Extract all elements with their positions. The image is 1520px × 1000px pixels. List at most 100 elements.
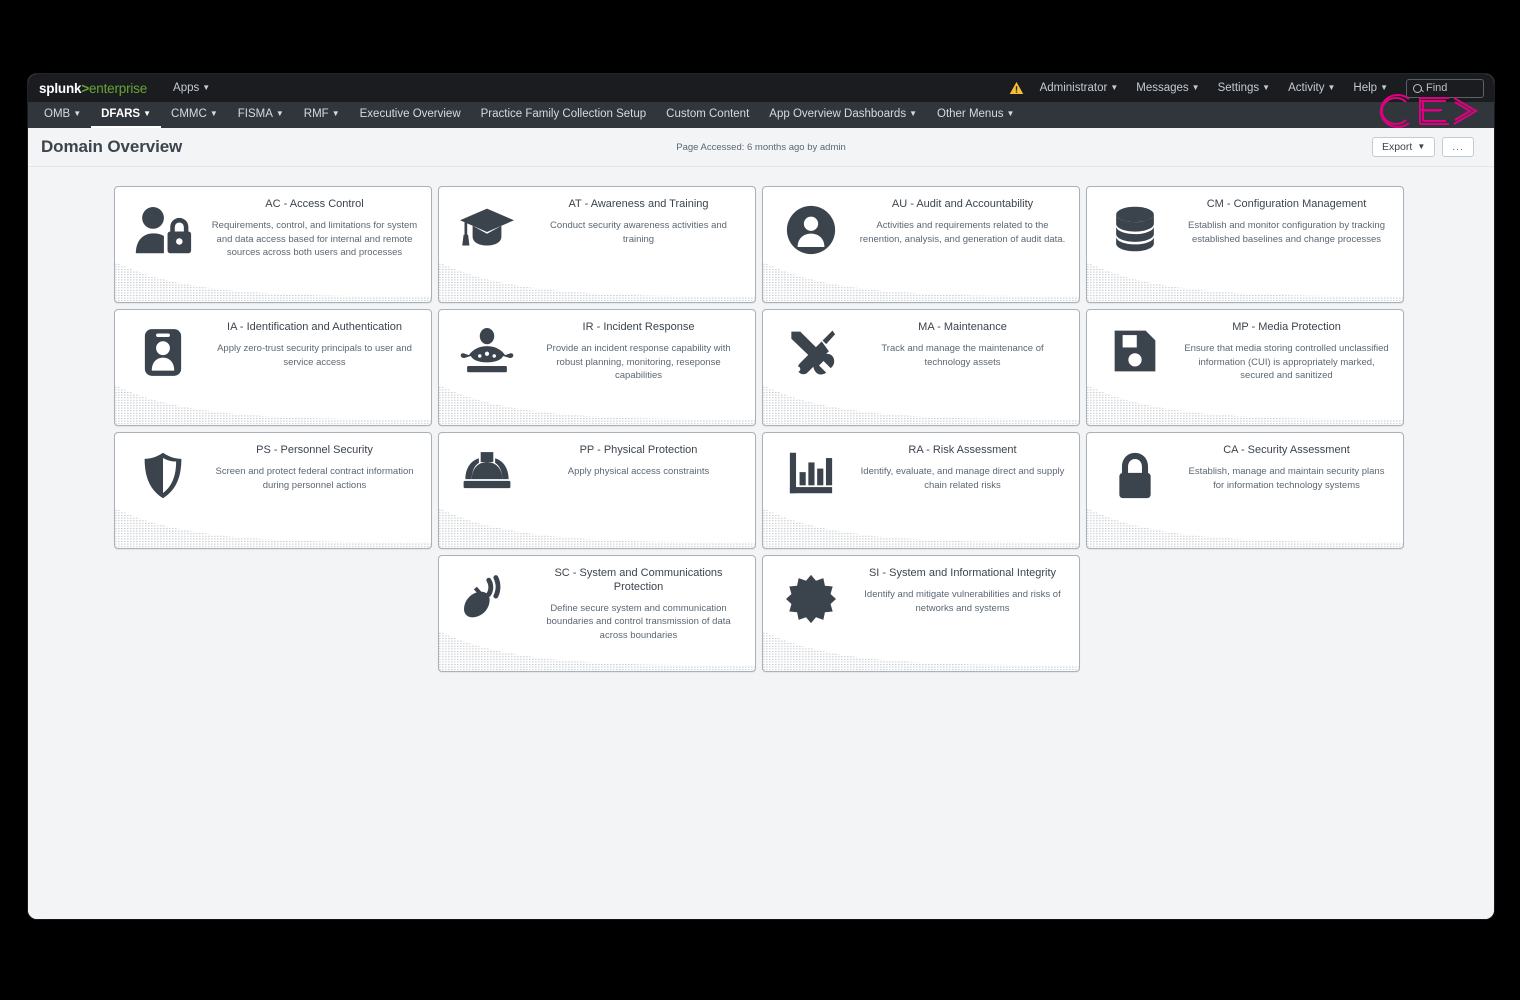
nav-item-practice-family-collection-setup-label: Practice Family Collection Setup (481, 108, 647, 120)
nav-item-practice-family-collection-setup[interactable]: Practice Family Collection Setup (471, 102, 657, 128)
card-description: Track and manage the maintenance of tech… (859, 342, 1066, 370)
more-options-button[interactable]: ... (1442, 137, 1474, 157)
administrator-menu[interactable]: Administrator▼ (1032, 78, 1127, 98)
nav-item-other-menus[interactable]: Other Menus▼ (927, 102, 1024, 128)
page-title: Domain Overview (41, 137, 182, 157)
card-body: AC - Access Control Requirements, contro… (211, 187, 431, 302)
card-title: AC - Access Control (211, 198, 418, 212)
shield-icon (115, 433, 211, 548)
nav-item-omb[interactable]: OMB▼ (34, 102, 91, 128)
card-title: PP - Physical Protection (535, 444, 742, 458)
card-ma-maintenance[interactable]: MA - Maintenance Track and manage the ma… (762, 309, 1080, 426)
card-title: AT - Awareness and Training (535, 198, 742, 212)
card-au-audit-and-accountability[interactable]: AU - Audit and Accountability Activities… (762, 186, 1080, 303)
incident-person-icon (439, 310, 535, 425)
splunk-logo-product: enterprise (89, 81, 147, 96)
burst-star-icon (763, 556, 859, 671)
card-at-awareness-and-training[interactable]: AT - Awareness and Training Conduct secu… (438, 186, 756, 303)
nav-item-dfars[interactable]: DFARS▼ (91, 102, 161, 128)
card-description: Screen and protect federal contract info… (211, 465, 418, 493)
messages-menu[interactable]: Messages▼ (1128, 78, 1207, 98)
card-body: RA - Risk Assessment Identify, evaluate,… (859, 433, 1079, 548)
card-ra-risk-assessment[interactable]: RA - Risk Assessment Identify, evaluate,… (762, 432, 1080, 549)
user-circle-icon (763, 187, 859, 302)
card-body: SC - System and Communications Protectio… (535, 556, 755, 671)
page-header: Domain Overview Page Accessed: 6 months … (28, 128, 1494, 167)
help-menu[interactable]: Help▼ (1345, 78, 1396, 98)
card-sc-system-and-communications-protection[interactable]: SC - System and Communications Protectio… (438, 555, 756, 672)
card-ir-incident-response[interactable]: IR - Incident Response Provide an incide… (438, 309, 756, 426)
export-button-label: Export (1382, 141, 1412, 153)
nav-item-executive-overview-label: Executive Overview (360, 108, 461, 120)
chevron-down-icon: ▼ (276, 109, 284, 118)
more-options-label: ... (1452, 141, 1464, 153)
card-body: MP - Media Protection Ensure that media … (1183, 310, 1403, 425)
nav-item-custom-content-label: Custom Content (666, 108, 749, 120)
card-description: Establish, manage and maintain security … (1183, 465, 1390, 493)
nav-item-rmf[interactable]: RMF▼ (294, 102, 350, 128)
chevron-down-icon: ▼ (1110, 83, 1118, 92)
card-ps-personnel-security[interactable]: PS - Personnel Security Screen and prote… (114, 432, 432, 549)
card-row-4: SC - System and Communications Protectio… (28, 555, 1494, 672)
chevron-down-icon: ▼ (202, 83, 210, 92)
card-body: PP - Physical Protection Apply physical … (535, 433, 755, 548)
card-title: PS - Personnel Security (211, 444, 418, 458)
nav-item-fisma[interactable]: FISMA▼ (228, 102, 294, 128)
help-menu-label: Help (1353, 82, 1377, 94)
nav-item-other-menus-label: Other Menus (937, 108, 1003, 120)
chevron-down-icon: ▼ (1006, 109, 1014, 118)
nav-item-custom-content[interactable]: Custom Content (656, 102, 759, 128)
card-description: Activities and requirements related to t… (859, 219, 1066, 247)
card-ca-security-assessment[interactable]: CA - Security Assessment Establish, mana… (1086, 432, 1404, 549)
settings-menu-label: Settings (1218, 82, 1260, 94)
card-body: CM - Configuration Management Establish … (1183, 187, 1403, 302)
splunk-topbar: splunk>enterprise Apps▼ Administrator▼ M… (28, 74, 1494, 102)
card-si-system-and-informational-integrity[interactable]: SI - System and Informational Integrity … (762, 555, 1080, 672)
chevron-down-icon: ▼ (909, 109, 917, 118)
card-pp-physical-protection[interactable]: PP - Physical Protection Apply physical … (438, 432, 756, 549)
domain-card-grid: AC - Access Control Requirements, contro… (28, 167, 1494, 919)
card-description: Identify and mitigate vulnerabilities an… (859, 588, 1066, 616)
card-body: IA - Identification and Authentication A… (211, 310, 431, 425)
warning-triangle-icon[interactable] (1009, 81, 1024, 95)
card-row-1: AC - Access Control Requirements, contro… (28, 186, 1494, 303)
card-ac-access-control[interactable]: AC - Access Control Requirements, contro… (114, 186, 432, 303)
card-description: Define secure system and communication b… (535, 602, 742, 643)
card-ia-identification-and-authentication[interactable]: IA - Identification and Authentication A… (114, 309, 432, 426)
card-description: Apply physical access constraints (535, 465, 742, 479)
tools-icon (763, 310, 859, 425)
card-title: AU - Audit and Accountability (859, 198, 1066, 212)
nav-item-dfars-label: DFARS (101, 108, 140, 120)
chevron-down-icon: ▼ (1262, 83, 1270, 92)
satellite-dish-icon (439, 556, 535, 671)
card-body: CA - Security Assessment Establish, mana… (1183, 433, 1403, 548)
activity-menu[interactable]: Activity▼ (1280, 78, 1343, 98)
export-button[interactable]: Export▼ (1372, 137, 1435, 157)
topbar-right-group: Administrator▼ Messages▼ Settings▼ Activ… (1009, 78, 1484, 98)
card-title: RA - Risk Assessment (859, 444, 1066, 458)
page-access-note: Page Accessed: 6 months ago by admin (28, 142, 1494, 153)
card-description: Conduct security awareness activities an… (535, 219, 742, 247)
splunk-window: splunk>enterprise Apps▼ Administrator▼ M… (28, 74, 1494, 919)
nav-item-cmmc[interactable]: CMMC▼ (161, 102, 228, 128)
card-title: MP - Media Protection (1183, 321, 1390, 335)
settings-menu[interactable]: Settings▼ (1210, 78, 1278, 98)
card-body: SI - System and Informational Integrity … (859, 556, 1079, 671)
bar-chart-icon (763, 433, 859, 548)
nav-item-app-overview-dashboards-label: App Overview Dashboards (769, 108, 906, 120)
card-mp-media-protection[interactable]: MP - Media Protection Ensure that media … (1086, 309, 1404, 426)
activity-menu-label: Activity (1288, 82, 1324, 94)
find-input[interactable]: Find (1406, 79, 1484, 98)
floppy-disk-icon (1087, 310, 1183, 425)
splunk-logo-name: splunk (39, 81, 81, 96)
apps-menu[interactable]: Apps▼ (165, 78, 218, 98)
chevron-down-icon: ▼ (143, 109, 151, 118)
card-title: MA - Maintenance (859, 321, 1066, 335)
nav-item-app-overview-dashboards[interactable]: App Overview Dashboards▼ (759, 102, 927, 128)
card-cm-configuration-management[interactable]: CM - Configuration Management Establish … (1086, 186, 1404, 303)
card-body: AU - Audit and Accountability Activities… (859, 187, 1079, 302)
splunk-logo[interactable]: splunk>enterprise (39, 81, 147, 96)
apps-menu-label: Apps (173, 82, 199, 94)
card-body: AT - Awareness and Training Conduct secu… (535, 187, 755, 302)
nav-item-executive-overview[interactable]: Executive Overview (350, 102, 471, 128)
